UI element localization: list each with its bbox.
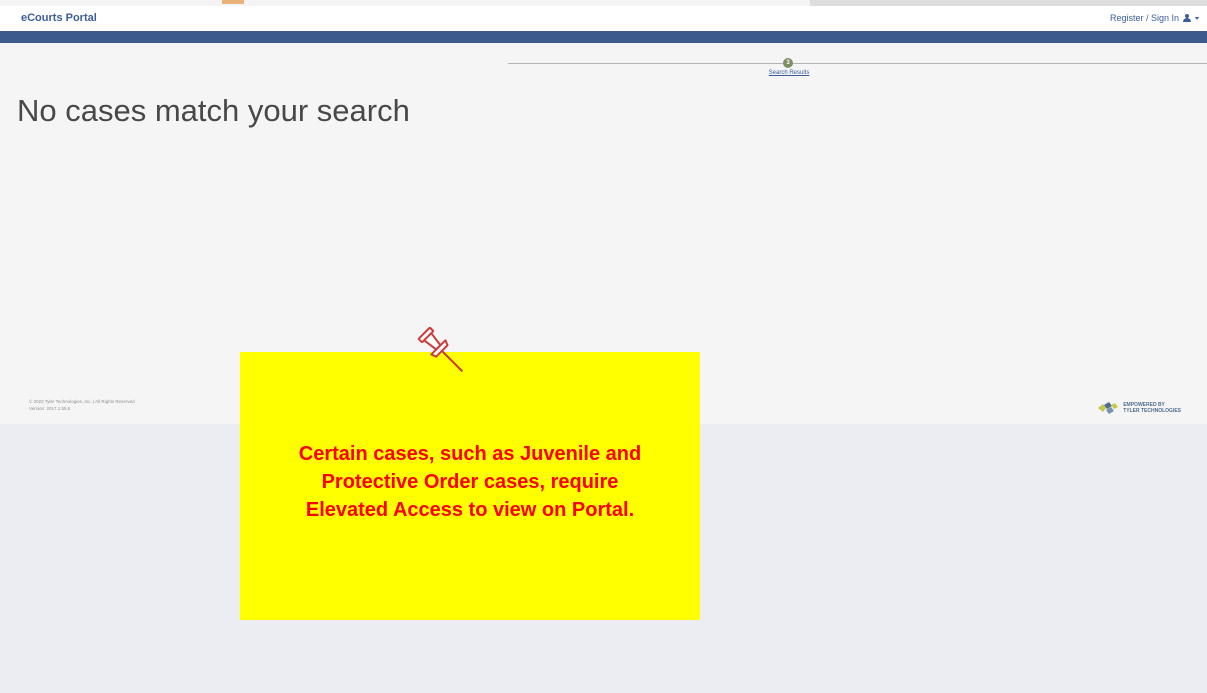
callout-line-3: Elevated Access to view on Portal.	[305, 499, 635, 521]
progress-step-label[interactable]: Search Results	[761, 70, 817, 76]
footer-logo: EMPOWERED BY TYLER TECHNOLOGIES	[1097, 401, 1181, 415]
brand-link[interactable]: eCourts Portal	[21, 12, 97, 24]
site-header: eCourts Portal Register / Sign In	[0, 6, 1207, 31]
callout-line-1: Certain cases, such as Juvenile and	[298, 443, 642, 465]
callout-note: Certain cases, such as Juvenile and Prot…	[240, 352, 700, 620]
progress-step-dot: 3	[783, 58, 793, 68]
sign-in-menu[interactable]: Register / Sign In	[1110, 13, 1199, 23]
caret-down-icon[interactable]	[1195, 16, 1199, 20]
tab-strip-accent	[222, 0, 244, 4]
pushpin-icon	[417, 326, 464, 373]
callout-text: Certain cases, such as Juvenile and Prot…	[240, 440, 700, 524]
logo-line-2: TYLER TECHNOLOGIES	[1123, 408, 1181, 414]
navigation-bar	[0, 31, 1207, 43]
logo-text: EMPOWERED BY TYLER TECHNOLOGIES	[1123, 402, 1181, 414]
tyler-logo-icon	[1098, 402, 1119, 414]
user-icon[interactable]	[1183, 14, 1191, 22]
footer-legal: © 2023 Tyler Technologies, Inc. | All Ri…	[29, 398, 135, 412]
callout-line-2: Protective Order cases, require	[321, 471, 619, 493]
version-text: Version: 2017.1.55.5	[29, 406, 71, 411]
page-heading: No cases match your search	[17, 93, 410, 128]
copyright-text: © 2023 Tyler Technologies, Inc. | All Ri…	[29, 399, 135, 404]
progress-track	[508, 63, 1207, 64]
sign-in-label[interactable]: Register / Sign In	[1110, 13, 1179, 23]
